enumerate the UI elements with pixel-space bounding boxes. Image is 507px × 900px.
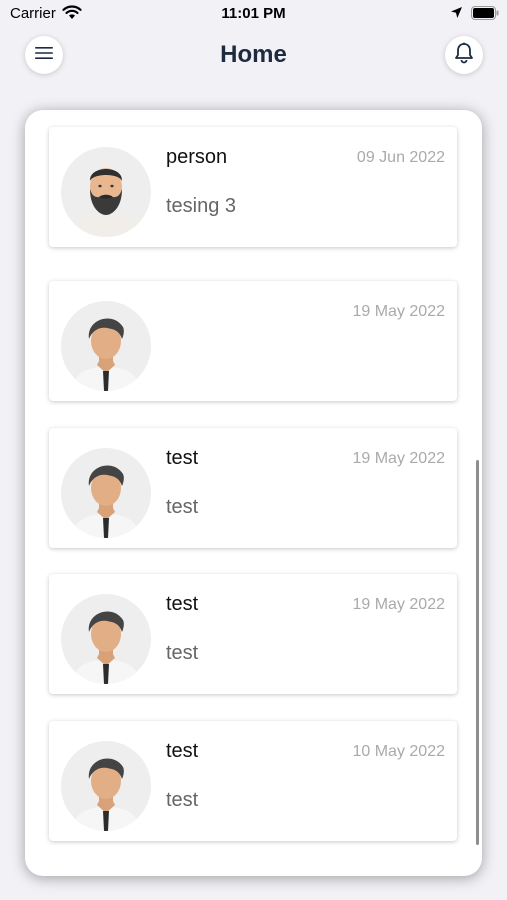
item-message: test: [166, 496, 199, 518]
bearded-man-avatar: [61, 147, 151, 237]
scrollbar[interactable]: [476, 460, 479, 845]
item-name: test: [166, 447, 199, 469]
item-date: 10 May 2022: [352, 743, 445, 760]
item-date: 09 Jun 2022: [356, 149, 445, 166]
navigation-bar: Home: [0, 28, 507, 88]
list-item[interactable]: test 19 May 2022 test: [49, 428, 457, 548]
item-date: 19 May 2022: [352, 450, 445, 467]
list-item[interactable]: test 10 May 2022 test: [49, 721, 457, 841]
list-item[interactable]: person 09 Jun 2022 tesing 3: [49, 127, 457, 247]
man-tie-avatar: [61, 741, 151, 831]
item-name: person: [166, 146, 228, 168]
item-date: 19 May 2022: [352, 303, 445, 320]
status-time: 11:01 PM: [221, 5, 286, 22]
item-message: test: [166, 789, 199, 811]
list-item[interactable]: test 19 May 2022 test: [49, 574, 457, 694]
item-message: tesing 3: [166, 195, 237, 217]
man-tie-avatar: [61, 448, 151, 538]
man-tie-avatar: [61, 301, 151, 391]
message-list[interactable]: person 09 Jun 2022 tesing 3 19 May 2022: [25, 110, 482, 876]
man-tie-avatar: [61, 594, 151, 684]
item-date: 19 May 2022: [352, 596, 445, 613]
item-name: test: [166, 593, 199, 615]
item-message: test: [166, 642, 199, 664]
page-title: Home: [220, 41, 287, 68]
notifications-button[interactable]: [445, 36, 483, 74]
bell-icon: [454, 42, 474, 69]
list-item[interactable]: 19 May 2022: [49, 281, 457, 401]
item-name: test: [166, 740, 199, 762]
status-bar: Carrier 11:01 PM: [0, 0, 507, 28]
messages-card: person 09 Jun 2022 tesing 3 19 May 2022: [25, 110, 482, 876]
location-arrow-icon: [450, 6, 463, 23]
battery-full-icon: [471, 6, 499, 24]
